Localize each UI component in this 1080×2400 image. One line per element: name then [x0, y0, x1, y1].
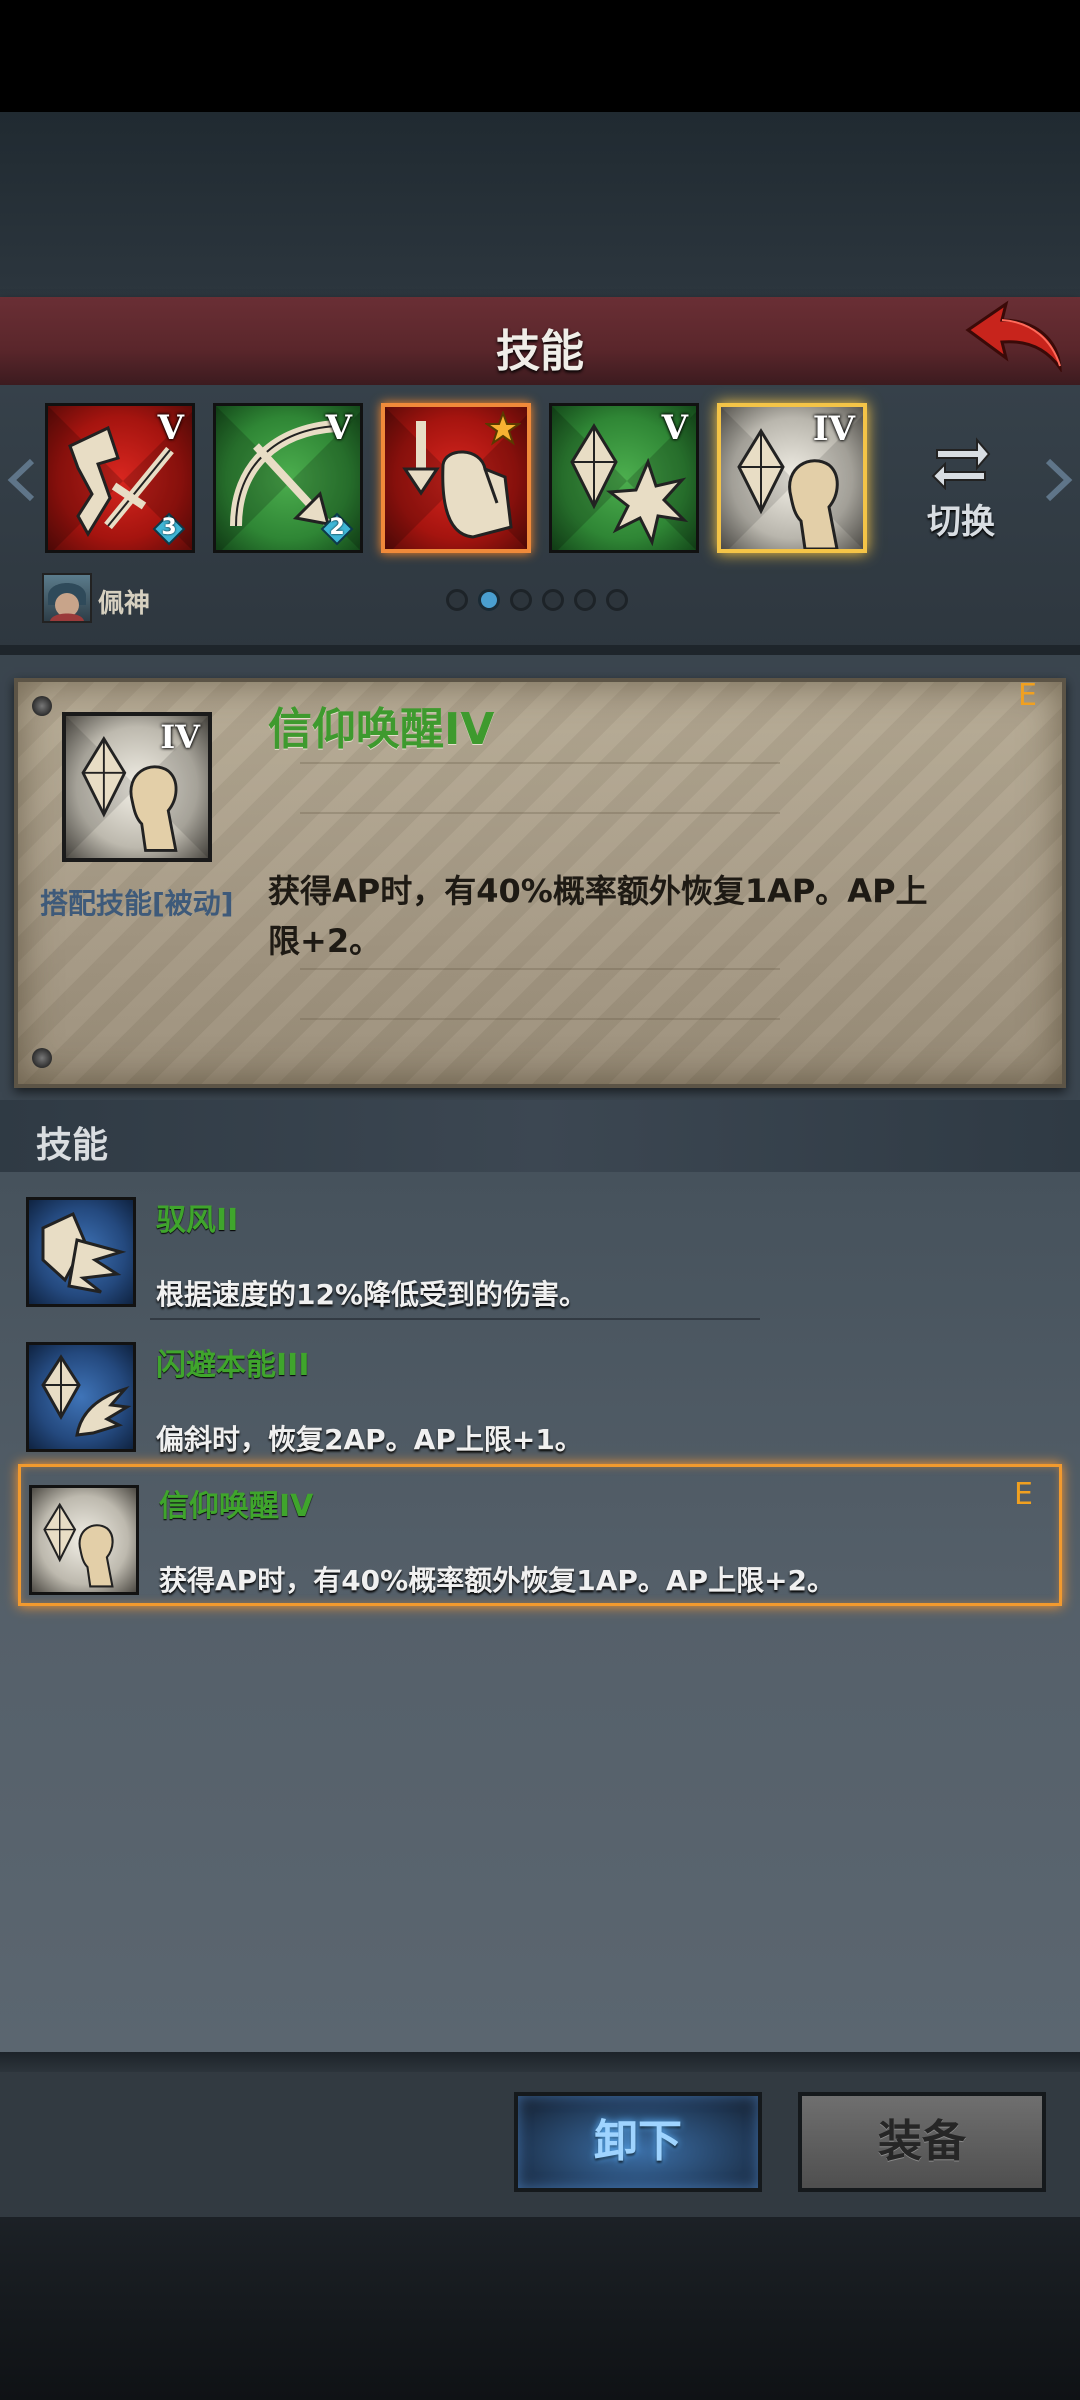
slot-level: IV: [812, 409, 855, 449]
character-name: 佩神: [98, 589, 151, 619]
section-title: 技能: [36, 1125, 109, 1166]
page-dot[interactable]: [542, 589, 564, 611]
detail-skill-icon: IV: [62, 712, 212, 862]
skill-name: 信仰唤醒IV: [159, 1489, 314, 1524]
shield-wind-glyph: [41, 1211, 127, 1294]
detail-description: 获得AP时，有40%概率额外恢复1AP。AP上限+2。: [268, 872, 928, 960]
top-band: [0, 112, 1080, 297]
ruled-line: [300, 812, 780, 814]
ruled-line: [300, 762, 780, 764]
grade-badge: E: [1014, 1477, 1033, 1512]
list-separator: [150, 1318, 760, 1320]
bottom-separator: [0, 2052, 1080, 2072]
list-item-selected[interactable]: 信仰唤醒IV 获得AP时，有40%概率额外恢复1AP。AP上限+2。 E: [18, 1464, 1062, 1606]
divider: [0, 645, 1080, 655]
detail-level: IV: [160, 718, 200, 756]
character-portrait-icon: [48, 583, 86, 621]
skill-slot-2[interactable]: V 2: [213, 403, 363, 553]
crystal-wing-icon: [26, 1342, 136, 1452]
slot-level: V: [325, 408, 352, 448]
pin-icon: [32, 696, 52, 716]
slot-level: V: [157, 408, 184, 448]
shield-wind-icon: [26, 1197, 136, 1307]
star-icon: [485, 411, 521, 446]
bottom-area: [0, 2217, 1080, 2400]
next-arrow-icon[interactable]: [1040, 455, 1076, 505]
gem-count-badge: 2: [320, 512, 354, 546]
status-bar-area: [0, 0, 1080, 112]
skill-name: 驭风II: [156, 1203, 239, 1238]
page-dot[interactable]: [446, 589, 468, 611]
detail-skill-name: 信仰唤醒IV: [268, 704, 495, 755]
skills-section-header: 技能: [0, 1100, 1080, 1172]
back-arrow-icon[interactable]: [962, 300, 1066, 372]
gem-count: 3: [161, 515, 177, 540]
pin-icon: [32, 1048, 52, 1068]
grade-badge: E: [1018, 678, 1037, 713]
skill-type-tag: 搭配技能[被动]: [40, 887, 234, 920]
avatar: [42, 573, 92, 623]
page-dot[interactable]: [606, 589, 628, 611]
ruled-line: [300, 1018, 780, 1020]
skill-slot-3[interactable]: [381, 403, 531, 553]
page-dot-active[interactable]: [478, 589, 500, 611]
ruled-line: [300, 968, 780, 970]
list-item[interactable]: 驭风II 根据速度的12%降低受到的伤害。: [0, 1177, 1080, 1315]
crystal-hand-glyph: [43, 1502, 114, 1588]
prev-arrow-icon[interactable]: [4, 455, 40, 505]
skill-slot-5[interactable]: IV: [717, 403, 867, 553]
equip-button[interactable]: 装备: [798, 2092, 1046, 2192]
slot-level: V: [661, 408, 688, 448]
page-dot[interactable]: [574, 589, 596, 611]
crystal-hand-icon: [29, 1485, 139, 1595]
page-title: 技能: [496, 326, 584, 377]
skill-slot-1[interactable]: V 3: [45, 403, 195, 553]
switch-label: 切换: [927, 502, 995, 542]
skill-description: 偏斜时，恢复2AP。AP上限+1。: [156, 1423, 583, 1456]
page-dot[interactable]: [510, 589, 532, 611]
title-bar: 技能: [0, 297, 1080, 388]
switch-button[interactable]: 切换: [918, 430, 1004, 542]
gem-count-badge: 3: [152, 512, 186, 546]
skill-description: 根据速度的12%降低受到的伤害。: [156, 1278, 588, 1311]
skill-description: 获得AP时，有40%概率额外恢复1AP。AP上限+2。: [159, 1564, 836, 1597]
skill-slot-4[interactable]: V: [549, 403, 699, 553]
gem-count: 2: [329, 515, 345, 540]
swap-arrows-icon: [931, 437, 991, 490]
crystal-wing-glyph: [41, 1354, 132, 1437]
skill-name: 闪避本能III: [156, 1348, 310, 1383]
list-item[interactable]: 闪避本能III 偏斜时，恢复2AP。AP上限+1。: [0, 1322, 1080, 1460]
unload-button[interactable]: 卸下: [514, 2092, 762, 2192]
